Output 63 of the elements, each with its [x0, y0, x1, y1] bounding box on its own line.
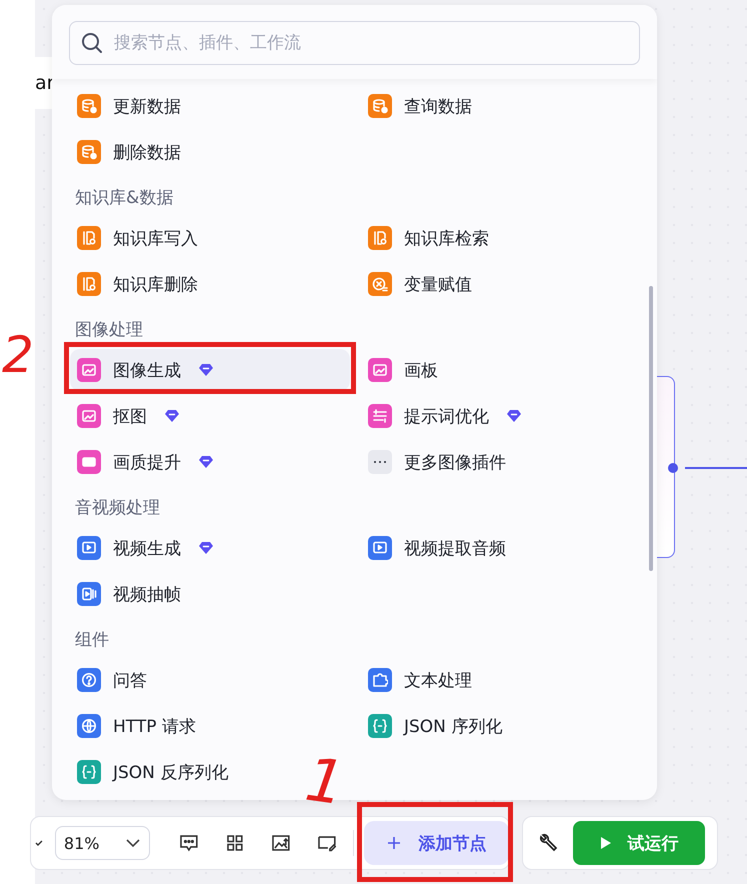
section-title: 组件 — [74, 628, 110, 652]
node-item[interactable]: 视频提取音频 — [361, 527, 513, 569]
node-item[interactable]: 更多图像插件 — [361, 441, 513, 483]
item-label: 更多图像插件 — [404, 452, 506, 474]
item-label: JSON 反序列化 — [113, 762, 228, 784]
add-node-button[interactable]: 添加节点 — [364, 821, 509, 865]
item-label: 视频生成 — [113, 538, 181, 560]
zoom-select[interactable]: 81% — [54, 826, 150, 860]
wrench-icon[interactable] — [539, 833, 559, 853]
item-label: 知识库删除 — [113, 274, 198, 296]
grid-icon[interactable] — [224, 833, 245, 853]
item-label: 变量赋值 — [404, 274, 472, 296]
node-item[interactable]: JSON 序列化 — [361, 705, 510, 747]
item-label: 视频抽帧 — [113, 584, 181, 606]
item-label: HTTP 请求 — [113, 716, 196, 738]
check-icon — [35, 839, 43, 847]
item-label: JSON 序列化 — [404, 716, 502, 738]
node-item[interactable]: 画板 — [361, 349, 445, 391]
item-label: 知识库检索 — [404, 228, 489, 250]
node-item[interactable]: 知识库检索 — [361, 217, 496, 259]
item-label: 查询数据 — [404, 96, 472, 118]
item-label: 画质提升 — [113, 452, 181, 474]
comment-icon[interactable] — [179, 833, 199, 853]
item-label: 问答 — [113, 670, 147, 692]
node-item[interactable]: 视频抽帧 — [70, 573, 188, 615]
node-item[interactable]: 文本处理 — [361, 659, 479, 701]
node-handle[interactable] — [668, 463, 678, 473]
node-item[interactable]: 画质提升 — [70, 441, 220, 483]
item-label: 知识库写入 — [113, 228, 198, 250]
search-icon — [81, 32, 103, 54]
image-upload-icon[interactable] — [270, 833, 291, 853]
scrollbar[interactable] — [649, 286, 653, 571]
section-title: 知识库&数据 — [74, 186, 174, 210]
item-label: 删除数据 — [113, 142, 181, 164]
node-item[interactable]: JSON 反序列化 — [70, 751, 236, 793]
chevron-down-icon — [125, 838, 142, 848]
node-item[interactable]: 图像生成 — [70, 349, 350, 391]
node-item[interactable]: 问答 — [70, 659, 154, 701]
node-item[interactable]: 变量赋值 — [361, 263, 479, 305]
item-label: 图像生成 — [113, 360, 181, 382]
annotation-number: 2 — [2, 330, 34, 380]
section-title: 音视频处理 — [74, 496, 161, 520]
play-icon — [600, 836, 612, 850]
node-item[interactable]: 抠图 — [70, 395, 186, 437]
node-item[interactable]: 知识库写入 — [70, 217, 205, 259]
node-item[interactable]: HTTP 请求 — [70, 705, 203, 747]
search-field[interactable]: 搜索节点、插件、工作流 — [69, 21, 640, 65]
node-item[interactable]: 知识库删除 — [70, 263, 205, 305]
connector-line — [685, 467, 747, 469]
item-label: 更新数据 — [113, 96, 181, 118]
node-item[interactable]: 视频生成 — [70, 527, 220, 569]
node-item[interactable]: 更新数据 — [70, 85, 188, 127]
item-label: 提示词优化 — [404, 406, 489, 428]
node-item[interactable]: 查询数据 — [361, 85, 479, 127]
item-label: 抠图 — [113, 406, 147, 428]
annotation-number: 1 — [302, 750, 348, 814]
node-item[interactable]: 提示词优化 — [361, 395, 528, 437]
node-item[interactable]: 删除数据 — [70, 131, 188, 173]
item-label: 视频提取音频 — [404, 538, 506, 560]
item-label: 画板 — [404, 360, 438, 382]
plus-icon — [386, 836, 401, 850]
section-title: 图像处理 — [74, 318, 144, 342]
item-label: 文本处理 — [404, 670, 472, 692]
